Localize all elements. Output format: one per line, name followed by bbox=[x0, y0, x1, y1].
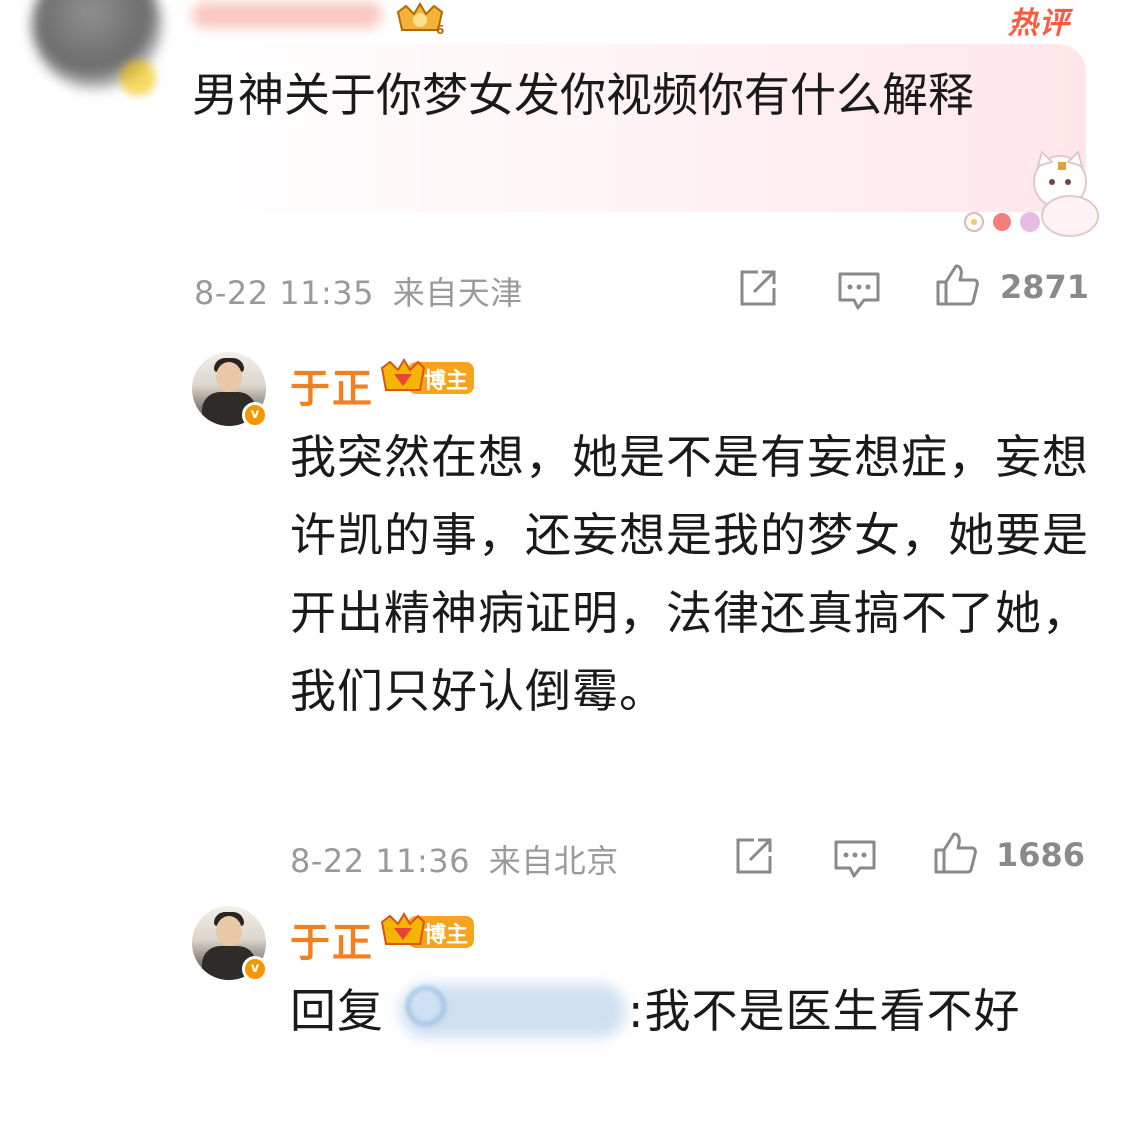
commenter-name-redacted[interactable] bbox=[192, 2, 382, 28]
commenter-verified-icon bbox=[120, 60, 156, 96]
share-icon[interactable] bbox=[730, 834, 776, 880]
reply-username[interactable]: 于正 bbox=[290, 356, 374, 414]
blogger-badge: 博主 bbox=[380, 910, 476, 956]
comment-icon[interactable] bbox=[832, 836, 878, 882]
blogger-badge: 博主 bbox=[380, 356, 476, 402]
share-icon[interactable] bbox=[734, 266, 780, 312]
top-comment-text: 男神关于你梦女发你视频你有什么解释 bbox=[192, 68, 974, 122]
like-count: 2871 bbox=[1000, 268, 1090, 306]
verified-icon: v bbox=[242, 402, 268, 428]
reply-time: 8-22 11:36 来自北京 bbox=[290, 842, 619, 880]
fan-level-icon: 6 bbox=[396, 2, 444, 36]
reply-text: :我不是医生看不好 bbox=[628, 984, 1021, 1038]
like-icon[interactable] bbox=[932, 830, 978, 876]
top-comment-time: 8-22 11:35 来自天津 bbox=[194, 274, 523, 312]
fan-level-number: 6 bbox=[436, 23, 444, 36]
verified-icon: v bbox=[242, 956, 268, 982]
reply-text: 我突然在想，她是不是有妄想症，妄想许凯的事，还妄想是我的梦女，她要是开出精神病证… bbox=[290, 430, 1089, 718]
like-icon[interactable] bbox=[934, 262, 980, 308]
like-count: 1686 bbox=[996, 836, 1086, 874]
hot-comment-badge: 热评 bbox=[1008, 6, 1070, 41]
comment-icon[interactable] bbox=[836, 268, 882, 314]
cat-sticker-icon bbox=[964, 150, 1099, 237]
reply-username[interactable]: 于正 bbox=[290, 910, 374, 968]
